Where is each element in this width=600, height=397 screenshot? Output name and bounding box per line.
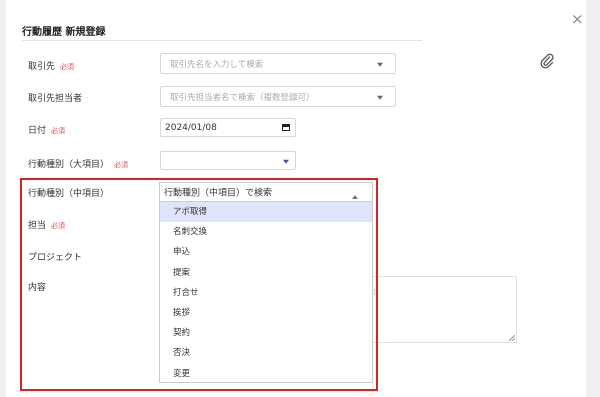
close-icon[interactable]: × [571, 12, 584, 27]
dropdown-option[interactable]: 変更 [160, 364, 372, 384]
dropdown-option[interactable]: 否決 [160, 343, 372, 363]
dropdown-option[interactable]: 申込 [160, 242, 372, 262]
dropdown-option[interactable]: 挨拶 [160, 303, 372, 323]
chevron-up-icon [352, 195, 358, 199]
contact-label: 取引先担当者 [28, 94, 83, 104]
contact-search-input[interactable]: 取引先担当者名で検索（複数登録可） [160, 86, 396, 107]
chevron-down-icon [377, 62, 383, 67]
customer-label: 取引先 必須 [28, 59, 74, 72]
date-label: 日付 必須 [28, 123, 65, 136]
dropdown-option[interactable]: アポ取得 [160, 202, 372, 223]
required-badge: 必須 [114, 161, 129, 169]
required-badge: 必須 [51, 127, 66, 135]
dropdown-option[interactable]: 契約 [160, 323, 372, 343]
date-value: 2024/01/08 [165, 122, 217, 133]
date-label-text: 日付 [28, 126, 47, 136]
title-divider [22, 40, 422, 41]
dropdown-option[interactable]: 名刺交換 [160, 222, 372, 242]
required-badge: 必須 [60, 63, 75, 71]
chevron-down-icon [377, 95, 383, 100]
modal-title: 行動履歴 新規登録 [22, 27, 106, 38]
date-input[interactable]: 2024/01/08 [160, 118, 296, 137]
category-minor-search-value: 行動種別（中項目）で検索 [164, 188, 273, 199]
category-major-label: 行動種別（大項目） 必須 [28, 157, 128, 170]
dropdown-option[interactable]: 打合せ [160, 283, 372, 303]
chevron-down-icon [283, 159, 289, 164]
calendar-icon[interactable] [282, 124, 290, 131]
contact-placeholder: 取引先担当者名で検索（複数登録可） [170, 92, 315, 103]
customer-search-input[interactable]: 取引先名を入力して検索 [160, 53, 396, 74]
category-major-label-text: 行動種別（大項目） [28, 160, 110, 170]
content-textarea[interactable]: 予定 [362, 276, 517, 343]
customer-label-text: 取引先 [28, 62, 56, 72]
customer-placeholder: 取引先名を入力して検索 [170, 59, 264, 70]
resize-handle[interactable] [509, 335, 515, 341]
dropdown-option[interactable]: 提案 [160, 263, 372, 283]
category-minor-dropdown: アポ取得 名刺交換 申込 提案 打合せ 挨拶 契約 否決 変更 [159, 201, 373, 383]
modal: 行動履歴 新規登録 × 取引先 必須 取引先名を入力して検索 取引先担当者 取引先… [6, 0, 586, 397]
category-minor-search-input[interactable]: 行動種別（中項目）で検索 [159, 182, 373, 202]
paperclip-icon[interactable] [540, 53, 554, 69]
category-major-select[interactable] [160, 151, 296, 170]
background-right [586, 0, 600, 397]
